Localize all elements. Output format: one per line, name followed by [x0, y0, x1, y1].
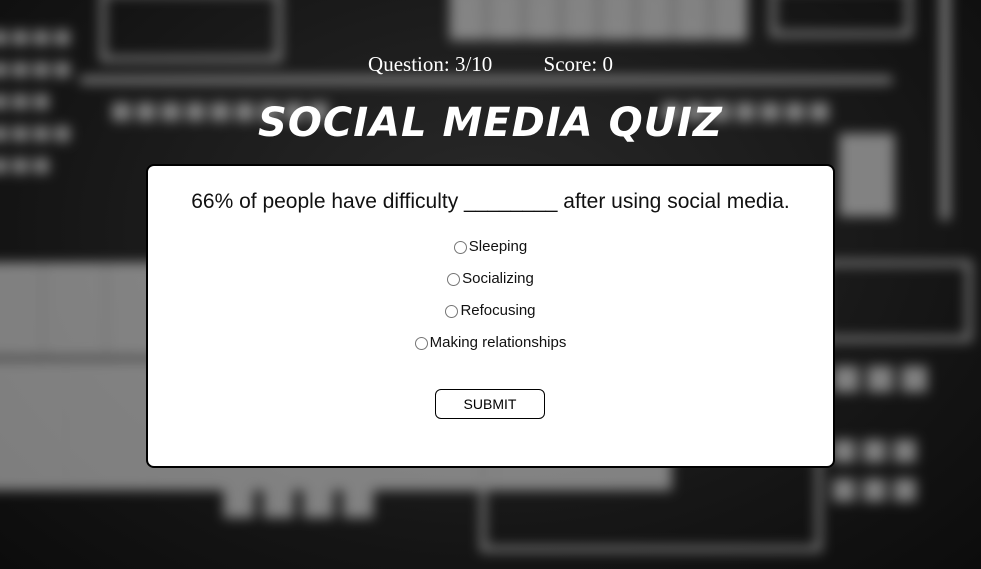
score-counter: Score: 0	[543, 52, 613, 76]
quiz-stats: Question: 3/10 Score: 0	[0, 52, 981, 77]
submit-button[interactable]: SUBMIT	[435, 389, 545, 419]
option-making-relationships[interactable]: Making relationships	[148, 326, 833, 358]
question-counter: Question: 3/10	[368, 52, 493, 76]
radio-button[interactable]	[447, 273, 461, 286]
option-refocusing[interactable]: Refocusing	[148, 294, 833, 326]
radio-button[interactable]	[414, 337, 428, 350]
option-label: Making relationships	[429, 333, 567, 351]
option-label: Refocusing	[460, 301, 536, 319]
question-text: 66% of people have difficulty ________ a…	[191, 190, 790, 213]
page-title: SOCIAL MEDIA QUIZ	[258, 100, 723, 146]
option-sleeping[interactable]: Sleeping	[148, 230, 833, 262]
radio-button[interactable]	[445, 305, 459, 318]
option-label: Socializing	[462, 269, 534, 287]
option-label: Sleeping	[468, 237, 528, 255]
radio-button[interactable]	[453, 241, 467, 254]
option-socializing[interactable]: Socializing	[148, 262, 833, 294]
quiz-card: 66% of people have difficulty ________ a…	[146, 164, 835, 468]
answer-options: Sleeping Socializing Refocusing Making r…	[148, 230, 833, 358]
